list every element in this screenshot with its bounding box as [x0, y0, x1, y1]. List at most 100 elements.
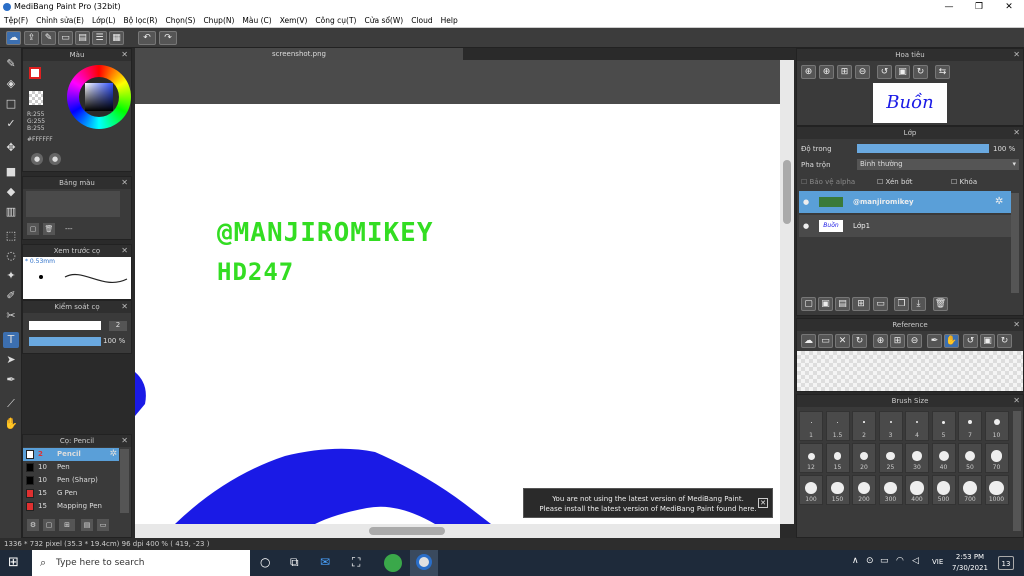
grid-icon[interactable]: ▦ [109, 31, 124, 45]
menu-select[interactable]: Chọn(S) [161, 14, 199, 28]
browser-icon[interactable] [384, 554, 402, 572]
fit-icon[interactable]: ⊞ [837, 65, 852, 79]
brush-size-cell[interactable]: 3 [878, 411, 903, 441]
brush-list-item[interactable]: 10 Pen (Sharp) [23, 474, 119, 487]
brush-tool-icon[interactable]: ✎ [3, 56, 19, 72]
rotate-left-icon[interactable]: ↺ [963, 334, 978, 348]
fill-shape-tool-icon[interactable]: ■ [3, 164, 19, 180]
brush-size-cell[interactable]: 15 [825, 443, 850, 473]
close-icon[interactable]: ✕ [1013, 319, 1020, 331]
close-button[interactable]: ✕ [994, 0, 1024, 14]
close-icon[interactable]: ✕ [121, 177, 128, 189]
flip-icon[interactable]: ⇆ [935, 65, 950, 79]
canvas-area[interactable]: @MANJIROMIKEY HD247 You are not using th… [135, 60, 780, 524]
chat-icon[interactable]: ▭ [58, 31, 73, 45]
mail-icon[interactable]: ✉ [320, 555, 336, 571]
select-eraser-tool-icon[interactable]: ✂ [3, 308, 19, 324]
undo-button[interactable]: ↶ [138, 31, 156, 45]
maximize-button[interactable]: ❐ [964, 0, 994, 14]
document-canvas[interactable]: @MANJIROMIKEY HD247 [135, 104, 780, 524]
canvas-vertical-scrollbar[interactable] [780, 60, 794, 524]
notification-close-button[interactable]: ✕ [758, 498, 768, 508]
menu-window[interactable]: Cửa sổ(W) [360, 14, 407, 28]
merge-down-icon[interactable]: ⤓ [911, 297, 926, 311]
move-tool-icon[interactable]: ✥ [3, 140, 19, 156]
upload-icon[interactable]: ⇪ [24, 31, 39, 45]
actual-size-icon[interactable]: ▣ [980, 334, 995, 348]
brush-size-cell[interactable]: 1000 [984, 475, 1009, 505]
menu-color[interactable]: Màu (C) [238, 14, 275, 28]
brush-size-slider[interactable] [29, 321, 101, 330]
taskbar-search-box[interactable]: ⌕ Type here to search [32, 550, 250, 576]
open-folder-icon[interactable]: ▭ [818, 334, 833, 348]
cloud-icon[interactable]: ☁ [6, 31, 21, 45]
zoom-in-icon[interactable]: ⊕ [801, 65, 816, 79]
medibang-taskbar-button[interactable] [410, 550, 438, 576]
layer-row[interactable]: ● @manjiromikey ✲ [799, 191, 1011, 213]
divide-tool-icon[interactable]: ⟋ [3, 396, 19, 412]
close-icon[interactable]: ✕ [1013, 127, 1020, 139]
menu-filter[interactable]: Bộ lọc(R) [120, 14, 162, 28]
navigator-thumbnail[interactable]: Buồn [873, 83, 947, 123]
brush-size-cell[interactable]: 200 [852, 475, 876, 505]
delete-layer-icon[interactable]: 🗑 [933, 297, 948, 311]
brush-size-cell[interactable]: 300 [878, 475, 903, 505]
close-icon[interactable]: ✕ [121, 49, 128, 61]
brush-list-item[interactable]: 10 Pen [23, 461, 119, 474]
fit-icon[interactable]: ⊞ [890, 334, 905, 348]
brush-file-icon[interactable]: ▤ [81, 519, 93, 531]
brush-settings-icon[interactable]: ⚙ [27, 519, 39, 531]
cloud-upload-icon[interactable]: ☁ [801, 334, 816, 348]
primary-color-swatch[interactable] [29, 67, 41, 79]
layer-row[interactable]: ● Buồn Lớp1 [799, 215, 1011, 237]
close-icon[interactable]: ✕ [835, 334, 850, 348]
gear-icon[interactable]: ✲ [995, 191, 1003, 213]
brush-size-cell[interactable]: 50 [958, 443, 982, 473]
brush-size-cell[interactable]: 7 [958, 411, 982, 441]
protect-alpha-checkbox[interactable]: ☐ Bảo vệ alpha [801, 178, 855, 186]
zoom-in-icon[interactable]: ⊕ [873, 334, 888, 348]
wifi-icon[interactable]: ◠ [896, 556, 904, 566]
brush-size-cell[interactable]: 500 [931, 475, 956, 505]
canvas-horizontal-scrollbar[interactable] [135, 524, 780, 538]
reference-image-area[interactable] [797, 351, 1023, 391]
task-view-icon[interactable]: ⧉ [290, 555, 304, 571]
new-layer-icon[interactable]: ▢ [801, 297, 816, 311]
transparent-swatch[interactable] [29, 91, 43, 105]
add-layer-menu-icon[interactable]: ⊞ [852, 297, 870, 311]
brush-size-cell[interactable]: 150 [825, 475, 850, 505]
refresh-icon[interactable]: ↻ [852, 334, 867, 348]
brush-size-value[interactable]: 2 [109, 321, 127, 331]
actual-size-icon[interactable]: ▣ [895, 65, 910, 79]
brush-size-cell[interactable]: 1.5 [825, 411, 850, 441]
menu-help[interactable]: Help [437, 14, 462, 28]
gradient-tool-icon[interactable]: ▥ [3, 204, 19, 220]
select-pen-tool-icon[interactable]: ✐ [3, 288, 19, 304]
palette-add-icon[interactable]: ● [49, 153, 61, 165]
rotate-left-icon[interactable]: ↺ [877, 65, 892, 79]
select-rect-tool-icon[interactable]: □ [3, 96, 19, 112]
close-icon[interactable]: ✕ [1013, 49, 1020, 61]
brush-list-item[interactable]: 15 Mapping Pen [23, 500, 119, 513]
eyedropper-icon[interactable]: ✒ [927, 334, 942, 348]
redo-button[interactable]: ↷ [159, 31, 177, 45]
bucket-tool-icon[interactable]: ◆ [3, 184, 19, 200]
close-icon[interactable]: ✕ [1013, 395, 1020, 407]
palette-area[interactable] [26, 191, 120, 217]
lock-checkbox[interactable]: ☐ Khóa [951, 178, 977, 186]
rotate-right-icon[interactable]: ↻ [913, 65, 928, 79]
clock[interactable]: 2:53 PM 7/30/2021 [950, 552, 990, 574]
visibility-icon[interactable]: ● [803, 215, 809, 237]
brush-size-cell[interactable]: 20 [852, 443, 876, 473]
volume-icon[interactable]: ◁ [912, 556, 919, 566]
menu-layer[interactable]: Lớp(L) [88, 14, 120, 28]
brush-size-cell[interactable]: 5 [931, 411, 956, 441]
comment-icon[interactable]: ✎ [41, 31, 56, 45]
add-brush-icon[interactable]: ⊞ [59, 519, 75, 531]
brush-list-scrollbar[interactable] [120, 449, 129, 513]
brush-size-cell[interactable]: 400 [905, 475, 929, 505]
eraser-tool-icon[interactable]: ◈ [3, 76, 19, 92]
brush-size-cell[interactable]: 12 [799, 443, 823, 473]
brush-size-cell[interactable]: 1 [799, 411, 823, 441]
brush-size-cell[interactable]: 25 [878, 443, 903, 473]
